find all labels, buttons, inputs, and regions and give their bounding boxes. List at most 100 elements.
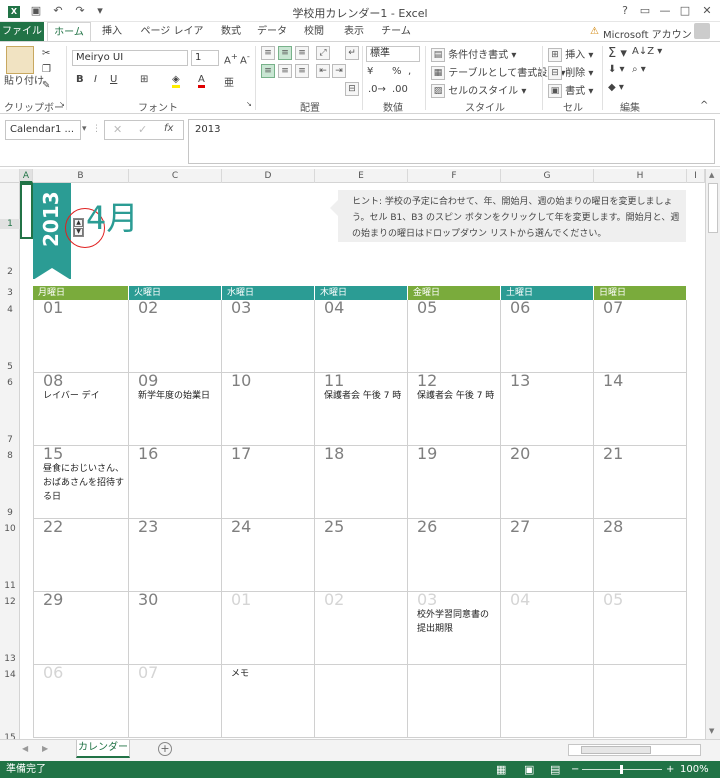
calendar-day-cell[interactable]: 29 [33, 590, 129, 665]
wrap-text-icon[interactable]: ↵ [345, 46, 359, 60]
calendar-day-cell[interactable]: 04 [501, 590, 594, 665]
conditional-format-button[interactable]: ▤ 条件付き書式 ▾ [431, 46, 516, 62]
cancel-icon[interactable]: ✕ [113, 123, 122, 136]
calendar-day-cell[interactable]: 12 保護者会 午後 7 時 [408, 371, 501, 446]
col-header-i[interactable]: I [687, 169, 705, 183]
sheet-tab-calendar[interactable]: カレンダー [76, 740, 130, 758]
row-header[interactable]: 1 [0, 219, 20, 229]
col-header-c[interactable]: C [129, 169, 222, 183]
new-sheet-icon[interactable]: + [158, 742, 172, 756]
sort-filter-icon[interactable]: A↓Z ▾ [632, 46, 662, 57]
calendar-day-cell[interactable]: 30 [129, 590, 222, 665]
calendar-day-cell[interactable]: 22 [33, 517, 129, 592]
worksheet[interactable]: 2013 ▲ ▼ 4月 ヒント: 学校の予定に合わせて、年、開始月、週の始まりの… [20, 183, 705, 739]
calendar-day-cell[interactable]: 02 [129, 298, 222, 373]
insert-function-icon[interactable]: fx [164, 123, 173, 134]
row-header[interactable]: 9 [0, 508, 20, 518]
calendar-day-cell[interactable]: 05 [594, 590, 687, 665]
shrink-font-icon[interactable]: A- [240, 51, 250, 66]
calendar-day-cell[interactable]: 05 [408, 298, 501, 373]
fill-icon[interactable]: ⬇ ▾ [608, 64, 625, 75]
formula-bar-splitter-icon[interactable]: ⋮ [92, 124, 101, 134]
h-scroll-thumb[interactable] [581, 746, 651, 754]
vertical-scrollbar[interactable]: ▲ ▼ [705, 169, 720, 739]
indent-increase-icon[interactable]: ⇥ [332, 64, 346, 78]
format-painter-icon[interactable]: ✎ [42, 80, 50, 91]
insert-cells-button[interactable]: ⊞ 挿入 ▾ [548, 46, 593, 62]
tab-formulas[interactable]: 数式 [214, 22, 248, 42]
calendar-day-cell[interactable]: メモ [222, 665, 315, 738]
clear-icon[interactable]: ◆ ▾ [608, 82, 624, 93]
row-header[interactable]: 10 [0, 524, 20, 534]
font-size-combo[interactable]: 1 [191, 50, 219, 66]
collapse-ribbon-icon[interactable]: ^ [700, 100, 708, 111]
ribbon-display-icon[interactable]: ▭ [636, 2, 654, 20]
calendar-day-cell[interactable]: 13 [501, 371, 594, 446]
row-header[interactable]: 5 [0, 362, 20, 372]
calendar-day-cell[interactable]: 28 [594, 517, 687, 592]
copy-icon[interactable]: ❐ [42, 64, 51, 75]
name-box[interactable]: Calendar1 ... [5, 120, 81, 140]
calendar-day-cell[interactable]: 15 昼食におじいさん、おばあさんを招待する日 [33, 444, 129, 519]
row-header[interactable]: 13 [0, 654, 20, 664]
font-launcher-icon[interactable]: ↘ [246, 100, 252, 108]
sheet-prev-icon[interactable]: ◀ [22, 744, 28, 753]
minimize-button[interactable]: — [656, 2, 674, 20]
grow-font-icon[interactable]: A+ [224, 51, 238, 66]
italic-icon[interactable]: I [94, 74, 97, 85]
row-header[interactable]: 3 [0, 288, 20, 298]
col-header-f[interactable]: F [408, 169, 501, 183]
row-header[interactable]: 8 [0, 451, 20, 461]
avatar[interactable] [694, 23, 710, 39]
bold-icon[interactable]: B [76, 74, 84, 85]
calendar-day-cell[interactable]: 23 [129, 517, 222, 592]
select-all-corner[interactable] [0, 169, 20, 183]
page-layout-view-icon[interactable]: ▣ [524, 761, 534, 778]
calendar-day-cell[interactable]: 09 新学年度の始業日 [129, 371, 222, 446]
cell-styles-button[interactable]: ▨ セルのスタイル ▾ [431, 82, 526, 98]
row-header[interactable]: 7 [0, 435, 20, 445]
increase-decimal-icon[interactable]: .0→ [368, 84, 386, 95]
scroll-up-icon[interactable]: ▲ [709, 171, 714, 179]
calendar-day-cell[interactable] [408, 665, 501, 738]
tab-insert[interactable]: 挿入 [94, 22, 130, 42]
help-button[interactable]: ? [616, 2, 634, 20]
calendar-day-cell[interactable]: 25 [315, 517, 408, 592]
calendar-day-cell[interactable]: 10 [222, 371, 315, 446]
row-header[interactable]: 2 [0, 267, 20, 277]
zoom-level[interactable]: 100% [680, 761, 709, 778]
calendar-day-cell[interactable]: 03 校外学習同意書の提出期限 [408, 590, 501, 665]
clipboard-launcher-icon[interactable]: ↘ [59, 100, 65, 108]
currency-icon[interactable]: ¥ [367, 66, 373, 77]
account-name[interactable]: Microsoft アカウント [603, 26, 702, 41]
align-center-icon[interactable]: ≡ [278, 64, 292, 78]
font-name-combo[interactable]: Meiryo UI [72, 50, 188, 66]
phonetic-icon[interactable]: 亜 [224, 74, 234, 89]
calendar-day-cell[interactable]: 27 [501, 517, 594, 592]
row-header[interactable]: 11 [0, 581, 20, 591]
autosum-icon[interactable]: Σ ▾ [608, 46, 627, 61]
underline-icon[interactable]: U [110, 74, 117, 85]
calendar-day-cell[interactable]: 04 [315, 298, 408, 373]
horizontal-scrollbar[interactable] [568, 744, 701, 756]
format-as-table-button[interactable]: ▦ テーブルとして書式設定 ▾ [431, 64, 566, 80]
tab-file[interactable]: ファイル [0, 22, 44, 42]
decrease-decimal-icon[interactable]: .00 [392, 84, 408, 95]
paste-icon[interactable] [6, 46, 34, 74]
calendar-day-cell[interactable] [315, 665, 408, 738]
calendar-day-cell[interactable]: 21 [594, 444, 687, 519]
align-top-icon[interactable]: ≡ [261, 46, 275, 60]
calendar-day-cell[interactable]: 20 [501, 444, 594, 519]
calendar-day-cell[interactable]: 02 [315, 590, 408, 665]
calendar-day-cell[interactable]: 19 [408, 444, 501, 519]
align-middle-icon[interactable]: ≡ [278, 46, 292, 60]
enter-icon[interactable]: ✓ [138, 123, 147, 136]
borders-icon[interactable]: ⊞ [140, 74, 148, 85]
paste-button[interactable]: 貼り付け [4, 72, 44, 87]
calendar-day-cell[interactable]: 14 [594, 371, 687, 446]
calendar-day-cell[interactable] [594, 665, 687, 738]
calendar-day-cell[interactable]: 26 [408, 517, 501, 592]
name-box-dropdown-icon[interactable]: ▾ [82, 124, 87, 134]
sheet-next-icon[interactable]: ▶ [42, 744, 48, 753]
tab-page-layout[interactable]: ページ レイアウト [136, 22, 208, 57]
